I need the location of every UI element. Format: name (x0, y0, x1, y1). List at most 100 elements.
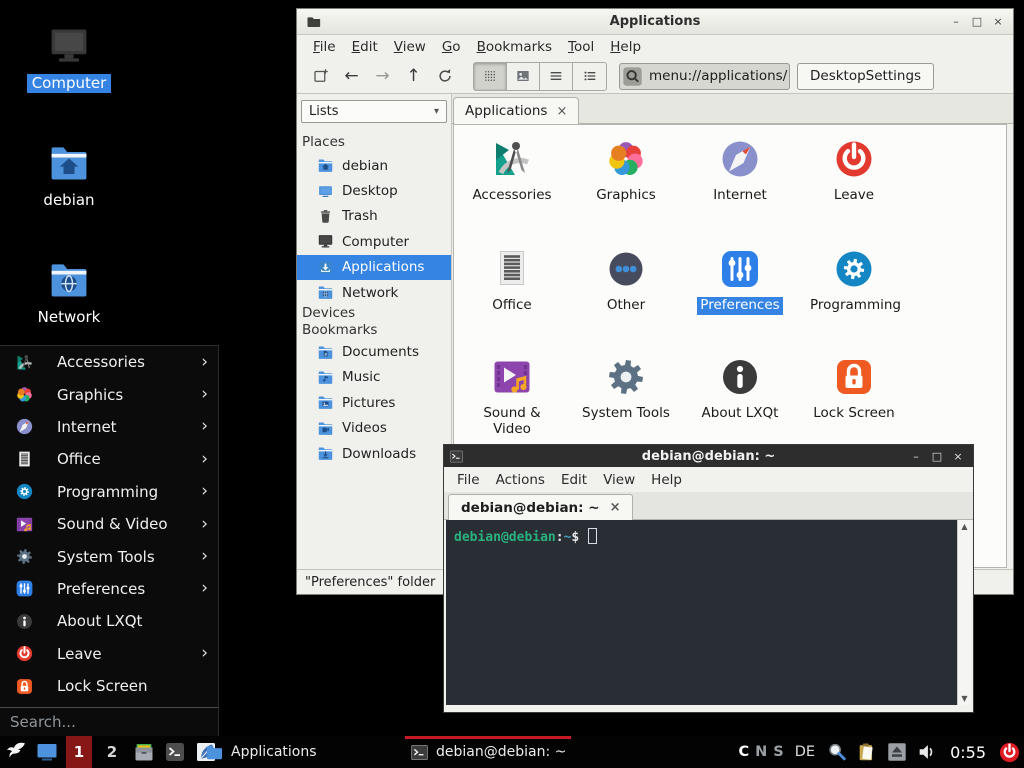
desktop-icon-debian[interactable]: debian (19, 141, 119, 210)
desktop-icon-network[interactable]: Network (19, 258, 119, 327)
minimize-button[interactable]: – (949, 16, 963, 27)
app-item-programming[interactable]: Programming (797, 245, 911, 315)
sidebar-item-desktop[interactable]: Desktop (297, 178, 451, 203)
term-menu-file[interactable]: File (449, 469, 488, 491)
address-text: menu://applications/ (643, 68, 787, 84)
menu-item-accessories[interactable]: Accessories› (0, 346, 218, 378)
menu-item-graphics[interactable]: Graphics› (0, 378, 218, 410)
menu-item-sound-video[interactable]: Sound & Video› (0, 508, 218, 540)
desktop-icon-computer[interactable]: Computer (19, 24, 119, 93)
app-item-other[interactable]: Other (569, 245, 683, 315)
minimize-button[interactable]: – (909, 451, 923, 462)
reload-button[interactable] (429, 62, 460, 90)
forward-button[interactable]: → (367, 62, 398, 90)
fm-menu-help[interactable]: Help (602, 36, 649, 58)
workspace-1[interactable]: 1 (66, 736, 92, 768)
menu-item-programming[interactable]: Programming› (0, 476, 218, 508)
folder-home-icon (47, 141, 91, 185)
menu-item-label: Internet (57, 418, 117, 436)
detailed-view-button[interactable] (573, 63, 606, 90)
terminal-launcher[interactable] (163, 740, 187, 764)
sidebar-item-documents[interactable]: Documents (297, 339, 451, 364)
maximize-button[interactable]: □ (970, 16, 984, 27)
up-button[interactable]: ↑ (398, 62, 429, 90)
scroll-down-icon[interactable]: ▼ (961, 694, 967, 703)
tab-terminal[interactable]: debian@debian: ~ × (448, 494, 633, 520)
term-menu-actions[interactable]: Actions (488, 469, 553, 491)
sidebar-item-music[interactable]: Music (297, 365, 451, 390)
new-tab-button[interactable] (305, 62, 336, 90)
app-item-preferences[interactable]: Preferences (683, 245, 797, 315)
app-item-about-lxqt[interactable]: About LXQt (683, 353, 797, 423)
scroll-up-icon[interactable]: ▲ (961, 522, 967, 531)
view-mode-group (473, 62, 607, 91)
maximize-button[interactable]: □ (930, 451, 944, 462)
screenshot-tool-icon[interactable] (826, 741, 848, 763)
app-item-accessories[interactable]: Accessories (455, 135, 569, 205)
clock[interactable]: 0:55 (950, 743, 986, 762)
icon-view-button[interactable] (474, 63, 507, 90)
tab-applications[interactable]: Applications × (453, 97, 579, 124)
menu-item-leave[interactable]: Leave› (0, 638, 218, 670)
sidebar-item-applications[interactable]: Applications (297, 255, 451, 280)
fm-menu-view[interactable]: View (386, 36, 434, 58)
volume-icon[interactable] (916, 741, 938, 763)
term-menu-edit[interactable]: Edit (553, 469, 595, 491)
sidebar-item-videos[interactable]: Videos (297, 416, 451, 441)
fm-menu-edit[interactable]: Edit (344, 36, 386, 58)
app-item-internet[interactable]: Internet (683, 135, 797, 205)
clipboard-icon[interactable] (856, 741, 878, 763)
term-menu-help[interactable]: Help (643, 469, 690, 491)
app-item-leave[interactable]: Leave (797, 135, 911, 205)
fm-menu-bookmarks[interactable]: Bookmarks (469, 36, 560, 58)
sidebar-item-label: Pictures (342, 395, 395, 411)
menu-item-system-tools[interactable]: System Tools› (0, 540, 218, 572)
file-manager-launcher[interactable] (132, 740, 156, 764)
tab-close-icon[interactable]: × (610, 500, 621, 515)
leave-button[interactable] (998, 741, 1021, 764)
sidebar-item-pictures[interactable]: Pictures (297, 390, 451, 415)
app-item-lock-screen[interactable]: Lock Screen (797, 353, 911, 423)
sidebar-item-network[interactable]: Network (297, 280, 451, 305)
app-item-sound-video[interactable]: Sound & Video (455, 353, 569, 438)
folder-music-icon (317, 369, 334, 386)
app-menu-search-input[interactable]: Search... (0, 707, 218, 736)
show-desktop-button[interactable] (35, 740, 59, 764)
fm-menu-file[interactable]: File (305, 36, 344, 58)
desktop-settings-button[interactable]: DesktopSettings (797, 63, 934, 90)
terminal-view[interactable]: debian@debian:~$ ▲ ▼ (446, 520, 971, 705)
compact-view-button[interactable] (540, 63, 573, 90)
task-applications[interactable]: Applications (200, 736, 322, 768)
menu-item-internet[interactable]: Internet› (0, 411, 218, 443)
workspace-2[interactable]: 2 (99, 736, 125, 768)
close-button[interactable]: × (951, 451, 965, 462)
term-menu-view[interactable]: View (595, 469, 643, 491)
menu-item-about-lxqt[interactable]: About LXQt (0, 605, 218, 637)
sidebar-item-debian[interactable]: debian (297, 153, 451, 178)
close-button[interactable]: × (991, 16, 1005, 27)
window-titlebar[interactable]: Applications – □ × (297, 9, 1013, 35)
submenu-arrow-icon: › (201, 483, 208, 500)
app-item-graphics[interactable]: Graphics (569, 135, 683, 205)
window-titlebar[interactable]: debian@debian: ~ – □ × (444, 445, 973, 467)
sidebar-item-trash[interactable]: Trash (297, 204, 451, 229)
address-bar[interactable]: menu://applications/ (619, 63, 790, 90)
start-menu-button[interactable] (4, 740, 28, 764)
scrollbar[interactable]: ▲ ▼ (957, 520, 971, 705)
app-item-system-tools[interactable]: System Tools (569, 353, 683, 423)
keyboard-layout[interactable]: DE (795, 744, 815, 760)
thumbnail-view-button[interactable] (507, 63, 540, 90)
app-item-office[interactable]: Office (455, 245, 569, 315)
sidebar-mode-select[interactable]: Lists ▾ (301, 100, 447, 123)
fm-menu-go[interactable]: Go (434, 36, 469, 58)
removable-media-icon[interactable] (886, 741, 908, 763)
menu-item-lock-screen[interactable]: Lock Screen (0, 670, 218, 702)
task-debian-debian[interactable]: debian@debian: ~ (405, 736, 571, 768)
fm-menu-tool[interactable]: Tool (560, 36, 602, 58)
sidebar-item-downloads[interactable]: Downloads (297, 441, 451, 466)
sidebar-item-computer[interactable]: Computer (297, 229, 451, 254)
menu-item-preferences[interactable]: Preferences› (0, 573, 218, 605)
back-button[interactable]: ← (336, 62, 367, 90)
menu-item-office[interactable]: Office› (0, 443, 218, 475)
tab-close-icon[interactable]: × (556, 104, 567, 119)
